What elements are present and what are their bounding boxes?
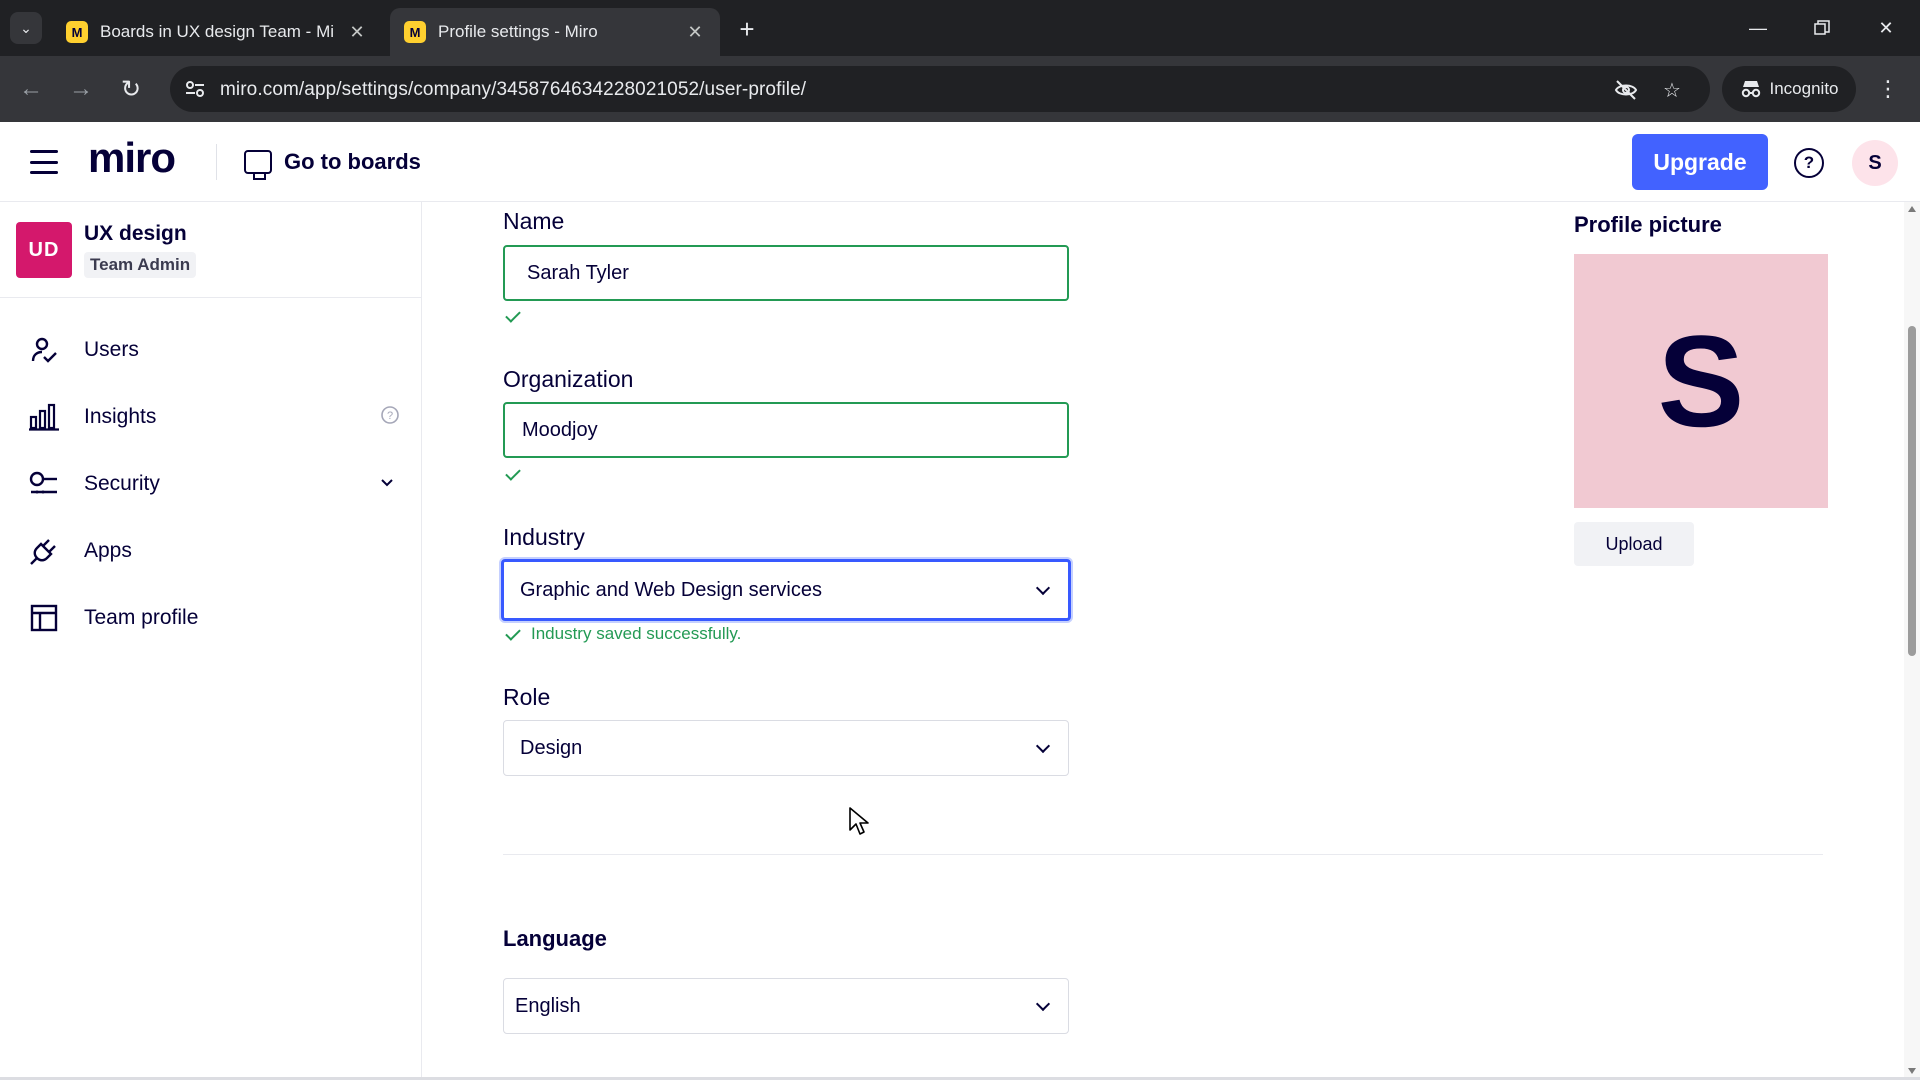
forward-button[interactable]: → [64, 72, 98, 106]
upgrade-button[interactable]: Upgrade [1632, 134, 1768, 190]
profile-settings-content: Name Sarah Tyler Organization Moodjoy In… [423, 202, 1873, 1078]
reload-icon: ↻ [120, 75, 142, 103]
sidebar-item-insights[interactable]: Insights ? [0, 389, 422, 445]
reload-button[interactable]: ↻ [114, 72, 148, 106]
arrow-right-icon: → [69, 75, 93, 102]
chevron-down-icon [1035, 996, 1051, 1012]
incognito-label: Incognito [1769, 79, 1839, 98]
browser-toolbar: ← → ↻ miro.com/app/settings/company/3458… [0, 56, 1920, 122]
help-icon[interactable]: ? [1794, 148, 1824, 178]
sidebar-item-users[interactable]: Users [0, 322, 422, 378]
restore-icon [1814, 20, 1830, 35]
close-icon[interactable]: ✕ [684, 22, 706, 43]
app-header: miro Go to boards Upgrade ? S [0, 122, 1920, 202]
menu-icon[interactable] [30, 150, 58, 174]
plug-icon [28, 535, 60, 567]
minimize-button[interactable]: — [1736, 12, 1780, 44]
incognito-icon [1741, 81, 1760, 98]
team-name: UX design [84, 222, 187, 245]
upload-button[interactable]: Upload [1574, 522, 1694, 566]
miro-favicon-icon: M [66, 21, 88, 43]
organization-field[interactable]: Moodjoy [503, 402, 1069, 458]
role-value: Design [520, 736, 583, 759]
scroll-thumb[interactable] [1908, 326, 1916, 656]
chevron-down-icon [1035, 580, 1051, 596]
go-to-boards-button[interactable]: Go to boards [244, 144, 421, 180]
industry-success-message: Industry saved successfully. [531, 624, 742, 643]
address-bar[interactable]: miro.com/app/settings/company/3458764634… [170, 66, 1710, 112]
new-tab-button[interactable]: + [732, 14, 762, 44]
plus-icon: + [739, 13, 755, 44]
organization-label: Organization [503, 366, 634, 392]
industry-label: Industry [503, 524, 585, 550]
avatar[interactable]: S [1852, 140, 1898, 186]
tab-title: Boards in UX design Team - Mi [100, 22, 335, 41]
user-check-icon [28, 334, 60, 366]
role-select[interactable]: Design [503, 720, 1069, 776]
header-divider [216, 144, 217, 180]
browser-tab-boards[interactable]: M Boards in UX design Team - Mi ✕ [52, 8, 382, 56]
board-icon [244, 150, 272, 180]
mouse-cursor-icon [849, 807, 869, 835]
name-label: Name [503, 208, 565, 234]
sidebar-item-apps[interactable]: Apps [0, 523, 422, 579]
close-window-button[interactable]: ✕ [1864, 12, 1908, 44]
profile-picture: S [1574, 254, 1828, 508]
sidebar-item-label: Users [84, 338, 139, 361]
arrow-left-icon: ← [19, 75, 43, 102]
layout-icon [28, 602, 60, 634]
miro-favicon-icon: M [404, 21, 426, 43]
name-field[interactable]: Sarah Tyler [503, 245, 1069, 301]
browser-tab-profile-settings[interactable]: M Profile settings - Miro ✕ [390, 8, 720, 56]
check-icon [505, 626, 521, 642]
go-to-boards-label: Go to boards [284, 149, 421, 174]
info-icon[interactable]: ? [380, 405, 400, 430]
settings-sidebar: UD UX design Team Admin Users Insights ?… [0, 202, 422, 1078]
close-icon[interactable]: ✕ [346, 22, 368, 43]
sidebar-item-security[interactable]: Security [0, 456, 422, 512]
browser-menu-button[interactable]: ⋮ [1874, 74, 1902, 104]
sidebar-item-label: Apps [84, 539, 132, 562]
role-label: Role [503, 684, 551, 710]
chevron-down-icon[interactable] [380, 475, 394, 493]
close-icon: ✕ [1878, 17, 1894, 38]
team-badge: UD [16, 222, 72, 278]
incognito-indicator[interactable]: Incognito [1722, 66, 1856, 112]
key-icon [28, 468, 60, 500]
more-vertical-icon: ⋮ [1877, 76, 1899, 101]
back-button[interactable]: ← [14, 72, 48, 106]
chevron-down-icon [1035, 738, 1051, 754]
restore-button[interactable] [1800, 12, 1844, 44]
sidebar-item-label: Security [84, 472, 160, 495]
page-scrollbar[interactable] [1904, 202, 1920, 1078]
language-value: English [515, 994, 581, 1017]
team-card[interactable]: UD UX design Team Admin [0, 202, 422, 298]
sidebar-item-label: Team profile [84, 606, 199, 629]
svg-text:?: ? [387, 410, 393, 422]
bar-chart-icon [28, 401, 60, 433]
tab-search-button[interactable]: ⌄ [10, 12, 42, 44]
section-divider [503, 854, 1823, 855]
industry-select[interactable]: Graphic and Web Design services [501, 559, 1071, 621]
browser-tab-bar: ⌄ M Boards in UX design Team - Mi ✕ M Pr… [0, 0, 1920, 56]
scroll-up-arrow-icon[interactable] [1908, 206, 1916, 212]
language-heading: Language [503, 926, 607, 951]
minimize-icon: — [1749, 17, 1767, 38]
industry-value: Graphic and Web Design services [520, 578, 822, 601]
scroll-down-arrow-icon[interactable] [1908, 1068, 1916, 1074]
url-text: miro.com/app/settings/company/3458764634… [220, 79, 807, 100]
language-select[interactable]: English [503, 978, 1069, 1034]
check-icon [505, 466, 521, 482]
sidebar-item-label: Insights [84, 405, 157, 428]
tab-title: Profile settings - Miro [438, 22, 598, 41]
miro-logo[interactable]: miro [88, 134, 176, 182]
chevron-down-icon: ⌄ [20, 19, 32, 36]
team-role-badge: Team Admin [84, 252, 197, 278]
eye-off-icon[interactable] [1612, 76, 1640, 104]
star-icon[interactable]: ☆ [1658, 76, 1686, 104]
site-info-icon[interactable] [182, 77, 208, 101]
check-icon [505, 308, 521, 324]
sidebar-item-team-profile[interactable]: Team profile [0, 590, 422, 646]
profile-picture-label: Profile picture [1574, 212, 1722, 237]
